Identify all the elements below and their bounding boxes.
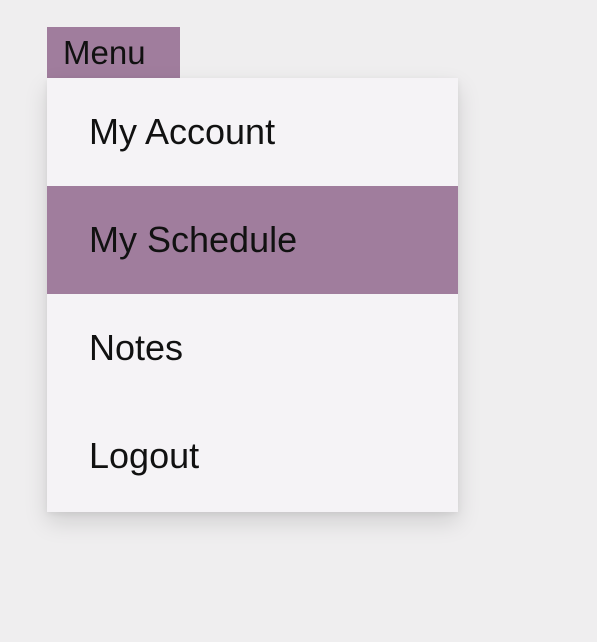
menu-item-my-account[interactable]: My Account bbox=[47, 78, 458, 186]
menu-item-logout[interactable]: Logout bbox=[47, 402, 458, 510]
dropdown-menu: My Account My Schedule Notes Logout bbox=[47, 78, 458, 512]
menu-item-notes[interactable]: Notes bbox=[47, 294, 458, 402]
menu-item-my-schedule[interactable]: My Schedule bbox=[47, 186, 458, 294]
menu-button[interactable]: Menu bbox=[47, 27, 180, 78]
